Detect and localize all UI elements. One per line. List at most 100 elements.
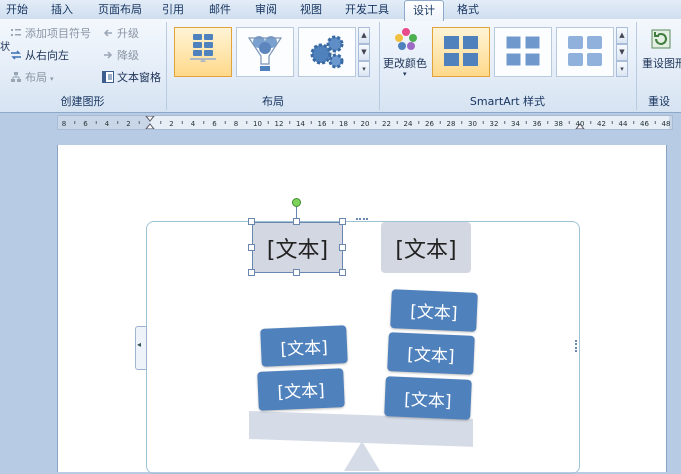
ribbon: 状 添加项目符号 从右向左 布局 ▾ 升级 降级 文本窗格 创建图形 ▲ ▼ ▾… (0, 19, 681, 113)
ruler-tick-label: 2 (169, 120, 173, 128)
tab-developer[interactable]: 开发工具 (339, 2, 395, 18)
funnel-layout-icon (247, 36, 283, 71)
ruler-tick-label: 42 (597, 120, 606, 128)
change-colors-button[interactable]: 更改颜色 ▾ (383, 25, 429, 78)
frame-top-dots (356, 218, 368, 223)
styles-scroll-down[interactable]: ▼ (616, 44, 628, 61)
styles-more-button[interactable]: ▾ (616, 61, 628, 77)
resize-handle[interactable] (339, 218, 346, 225)
text-pane-icon (102, 71, 114, 83)
ruler-tick-label: 28 (447, 120, 456, 128)
ruler-tick-label: 18 (339, 120, 348, 128)
org-layout-icon (10, 71, 22, 83)
gallery-more-button[interactable]: ▾ (358, 61, 370, 77)
ruler-tick-label: 10 (253, 120, 262, 128)
tab-format[interactable]: 格式 (450, 2, 486, 18)
tab-mailings[interactable]: 邮件 (203, 2, 237, 18)
reset-graphic-icon (649, 27, 673, 51)
reset-graphic-button[interactable]: 重设图形 (640, 25, 681, 77)
tab-page-layout[interactable]: 页面布局 (92, 2, 148, 18)
ruler-tick-label: 26 (425, 120, 434, 128)
layout-option-gears[interactable] (298, 27, 356, 77)
tab-view[interactable]: 视图 (294, 2, 328, 18)
resize-handle[interactable] (293, 269, 300, 276)
ruler-tick-label: 12 (275, 120, 284, 128)
resize-handle[interactable] (248, 244, 255, 251)
left-stack-item[interactable]: [文本] (260, 325, 348, 367)
horizontal-ruler[interactable]: 8642246810121416182022242628303234363840… (57, 115, 673, 130)
arrow-left-icon (102, 27, 114, 39)
ruler-tick-label: 46 (640, 120, 649, 128)
layout-option-stacked[interactable] (174, 27, 232, 77)
flat-style-icon (444, 36, 478, 66)
ruler-tick-label: 20 (361, 120, 370, 128)
ruler-tick-label: 2 (126, 120, 130, 128)
gallery-scroll-down[interactable]: ▼ (358, 44, 370, 61)
swap-arrows-icon (10, 49, 22, 61)
create-graphic-group-label: 创建图形 (60, 95, 105, 108)
ruler-tick-label: 30 (468, 120, 477, 128)
ribbon-tab-bar: 开始 插入 页面布局 引用 邮件 审阅 视图 开发工具 设计 格式 (0, 0, 681, 21)
layouts-group-label: 布局 (262, 95, 284, 108)
ruler-tick-label: 4 (105, 120, 110, 128)
style-option-outline[interactable] (494, 27, 552, 77)
add-bullet-label: 添加项目符号 (25, 27, 91, 40)
outline-style-icon (505, 35, 541, 67)
expand-arrow-icon: ◂ (137, 340, 142, 349)
ruler-tick-label: 4 (191, 120, 196, 128)
tab-references[interactable]: 引用 (156, 2, 190, 18)
ruler-tick-label: 8 (234, 120, 238, 128)
arrow-right-icon (102, 49, 114, 61)
gradient-style-icon (568, 36, 602, 66)
resize-handle[interactable] (248, 218, 255, 225)
right-stack-item[interactable]: [文本] (387, 332, 475, 375)
top-right-text-box[interactable]: [文本] (381, 222, 471, 273)
promote-button[interactable]: 升级 (102, 26, 139, 42)
tab-insert[interactable]: 插入 (42, 2, 82, 18)
seesaw-fulcrum (344, 441, 380, 471)
chevron-down-icon: ▾ (403, 70, 407, 78)
tab-design[interactable]: 设计 (404, 0, 444, 21)
layout-option-funnel[interactable] (236, 27, 294, 77)
style-option-flat[interactable] (432, 27, 490, 77)
reset-group-label: 重设 (648, 95, 670, 108)
right-to-left-button[interactable]: 从右向左 (10, 48, 69, 64)
resize-handle[interactable] (248, 269, 255, 276)
ruler-tick-label: 36 (533, 120, 542, 128)
styles-scroll-up[interactable]: ▲ (616, 27, 628, 44)
partial-command-label[interactable]: 状 (0, 40, 10, 56)
rotate-handle[interactable] (292, 198, 301, 207)
ruler-tick-label: 38 (554, 120, 563, 128)
style-option-gradient[interactable] (556, 27, 614, 77)
tab-review[interactable]: 审阅 (249, 2, 283, 18)
ruler-tick-label: 44 (619, 120, 628, 128)
demote-button[interactable]: 降级 (102, 48, 139, 64)
chevron-down-icon: ▾ (50, 75, 54, 83)
layout-dropdown-button[interactable]: 布局 ▾ (10, 70, 54, 86)
gallery-scroll-up[interactable]: ▲ (358, 27, 370, 44)
left-stack-item[interactable]: [文本] (257, 368, 345, 411)
ruler-tick-label: 32 (490, 120, 499, 128)
color-palette-icon (393, 27, 419, 51)
tab-home[interactable]: 开始 (0, 2, 34, 18)
resize-handle[interactable] (339, 244, 346, 251)
demote-label: 降级 (117, 49, 139, 62)
text-pane-label: 文本窗格 (117, 71, 161, 84)
ruler-tick-label: 24 (404, 120, 413, 128)
resize-handle[interactable] (339, 269, 346, 276)
layout-label: 布局 (25, 71, 47, 84)
ruler-tick-label: 8 (62, 120, 66, 128)
resize-handle[interactable] (293, 218, 300, 225)
ruler-tick-label: 16 (318, 120, 327, 128)
reset-graphic-label: 重设图形 (642, 57, 681, 70)
text-pane-toggle[interactable]: ◂ (135, 326, 147, 370)
top-left-text-box[interactable]: [文本] (252, 222, 343, 273)
add-bullet-button[interactable]: 添加项目符号 (10, 26, 91, 42)
ruler-tick-label: 6 (83, 120, 88, 128)
ruler-tick-label: 48 (662, 120, 671, 128)
stacked-layout-icon (190, 34, 216, 62)
text-pane-button[interactable]: 文本窗格 (102, 70, 161, 86)
right-stack-item[interactable]: [文本] (384, 376, 472, 420)
ruler-scale: 8642246810121416182022242628303234363840… (58, 116, 672, 129)
right-stack-item[interactable]: [文本] (390, 289, 478, 332)
